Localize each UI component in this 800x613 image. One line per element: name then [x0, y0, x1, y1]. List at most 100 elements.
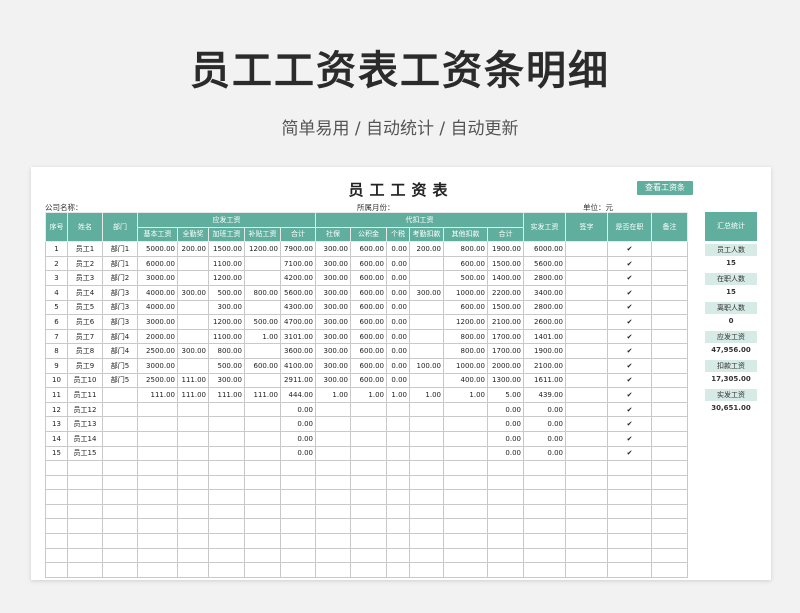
empty-cell[interactable] — [607, 474, 652, 491]
table-cell[interactable]: 3000.00 — [137, 270, 178, 286]
table-cell[interactable]: 300.00 — [177, 284, 209, 301]
empty-cell[interactable] — [45, 460, 68, 476]
empty-cell[interactable] — [523, 533, 566, 549]
table-cell[interactable]: 4200.00 — [280, 270, 316, 286]
table-cell[interactable]: 500.00 — [208, 357, 245, 374]
empty-cell[interactable] — [280, 547, 316, 564]
empty-cell[interactable] — [315, 562, 351, 578]
table-cell[interactable]: 2600.00 — [523, 314, 566, 330]
empty-cell[interactable] — [280, 518, 316, 535]
empty-cell[interactable] — [607, 460, 652, 476]
table-cell[interactable] — [177, 445, 209, 462]
empty-cell[interactable] — [565, 547, 608, 564]
employed-check-icon[interactable]: ✔ — [607, 343, 652, 359]
empty-cell[interactable] — [244, 533, 281, 549]
table-cell[interactable] — [244, 445, 281, 462]
table-cell[interactable] — [565, 343, 608, 359]
empty-cell[interactable] — [45, 503, 68, 520]
empty-cell[interactable] — [607, 547, 652, 564]
table-cell[interactable]: 员工14 — [67, 430, 103, 447]
table-cell[interactable]: 300.00 — [315, 255, 351, 272]
empty-cell[interactable] — [523, 460, 566, 476]
empty-cell[interactable] — [443, 562, 488, 578]
table-cell[interactable] — [208, 445, 245, 462]
empty-cell[interactable] — [409, 547, 444, 564]
empty-cell[interactable] — [67, 533, 103, 549]
table-cell[interactable]: 0.00 — [523, 401, 566, 418]
table-cell[interactable]: 439.00 — [523, 387, 566, 403]
empty-cell[interactable] — [67, 547, 103, 564]
table-cell[interactable]: 4000.00 — [137, 299, 178, 316]
table-cell[interactable]: 0.00 — [487, 416, 524, 432]
table-cell[interactable]: 300.00 — [177, 343, 209, 359]
table-cell[interactable]: 600.00 — [244, 357, 281, 374]
table-cell[interactable] — [565, 372, 608, 389]
table-cell[interactable]: 600.00 — [443, 255, 488, 272]
table-cell[interactable]: 员工5 — [67, 299, 103, 316]
empty-cell[interactable] — [244, 503, 281, 520]
empty-cell[interactable] — [315, 474, 351, 491]
empty-cell[interactable] — [208, 518, 245, 535]
employed-check-icon[interactable]: ✔ — [607, 284, 652, 301]
table-cell[interactable] — [651, 343, 688, 359]
table-cell[interactable] — [565, 430, 608, 447]
empty-cell[interactable] — [315, 547, 351, 564]
table-cell[interactable]: 500.00 — [208, 284, 245, 301]
table-cell[interactable] — [137, 416, 178, 432]
empty-cell[interactable] — [137, 489, 178, 505]
table-cell[interactable] — [386, 416, 410, 432]
table-cell[interactable]: 0.00 — [386, 299, 410, 316]
table-cell[interactable] — [102, 387, 138, 403]
table-cell[interactable]: 0.00 — [280, 416, 316, 432]
table-cell[interactable] — [565, 241, 608, 257]
table-cell[interactable]: 2100.00 — [523, 357, 566, 374]
empty-cell[interactable] — [244, 489, 281, 505]
table-cell[interactable]: 员工3 — [67, 270, 103, 286]
table-cell[interactable] — [443, 445, 488, 462]
table-cell[interactable]: 1200.00 — [208, 270, 245, 286]
employed-check-icon[interactable]: ✔ — [607, 314, 652, 330]
employed-check-icon[interactable]: ✔ — [607, 255, 652, 272]
empty-cell[interactable] — [487, 489, 524, 505]
empty-cell[interactable] — [443, 474, 488, 491]
table-cell[interactable] — [244, 372, 281, 389]
empty-cell[interactable] — [177, 533, 209, 549]
table-cell[interactable]: 500.00 — [244, 314, 281, 330]
table-cell[interactable] — [565, 401, 608, 418]
table-cell[interactable]: 500.00 — [443, 270, 488, 286]
table-cell[interactable] — [177, 430, 209, 447]
table-cell[interactable] — [177, 255, 209, 272]
employed-check-icon[interactable]: ✔ — [607, 270, 652, 286]
table-cell[interactable]: 1000.00 — [443, 284, 488, 301]
empty-cell[interactable] — [137, 547, 178, 564]
table-cell[interactable] — [244, 416, 281, 432]
table-cell[interactable]: 员工9 — [67, 357, 103, 374]
empty-cell[interactable] — [208, 503, 245, 520]
empty-cell[interactable] — [102, 489, 138, 505]
table-cell[interactable]: 600.00 — [350, 328, 387, 345]
empty-cell[interactable] — [137, 518, 178, 535]
empty-cell[interactable] — [280, 533, 316, 549]
empty-cell[interactable] — [177, 474, 209, 491]
table-cell[interactable]: 6000.00 — [137, 255, 178, 272]
empty-cell[interactable] — [45, 562, 68, 578]
empty-cell[interactable] — [280, 474, 316, 491]
empty-cell[interactable] — [244, 518, 281, 535]
table-cell[interactable]: 9 — [45, 357, 68, 374]
table-cell[interactable] — [244, 270, 281, 286]
table-cell[interactable]: 3 — [45, 270, 68, 286]
empty-cell[interactable] — [102, 460, 138, 476]
table-cell[interactable]: 600.00 — [350, 270, 387, 286]
empty-cell[interactable] — [177, 503, 209, 520]
table-cell[interactable] — [177, 416, 209, 432]
table-cell[interactable]: 4700.00 — [280, 314, 316, 330]
table-cell[interactable]: 300.00 — [208, 372, 245, 389]
empty-cell[interactable] — [565, 562, 608, 578]
empty-cell[interactable] — [565, 533, 608, 549]
table-cell[interactable]: 0.00 — [386, 255, 410, 272]
empty-cell[interactable] — [409, 533, 444, 549]
table-cell[interactable] — [386, 401, 410, 418]
table-cell[interactable]: 7100.00 — [280, 255, 316, 272]
table-cell[interactable]: 800.00 — [443, 328, 488, 345]
table-cell[interactable]: 2 — [45, 255, 68, 272]
